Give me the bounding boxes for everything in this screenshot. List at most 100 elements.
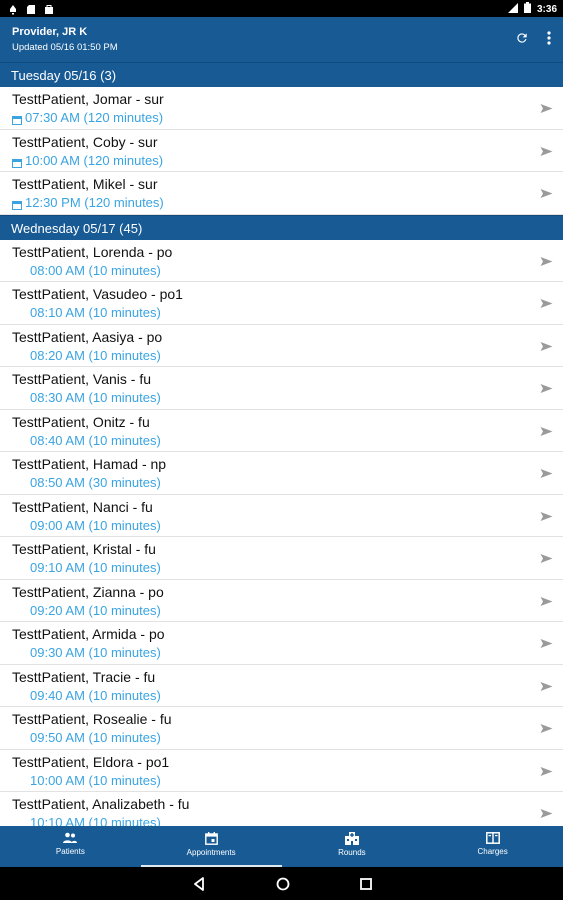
appointment-time-row: 08:10 AM (10 minutes) xyxy=(30,305,161,320)
appointment-time: 09:40 AM (10 minutes) xyxy=(30,687,161,703)
appointment-row[interactable]: TesttPatient, Rosealie - fu 09:50 AM (10 … xyxy=(0,707,563,750)
status-time: 3:36 xyxy=(536,3,557,15)
nav-tab-rounds[interactable]: Rounds xyxy=(282,826,423,867)
back-icon[interactable] xyxy=(192,876,206,891)
appointment-time-row: 10:00 AM (120 minutes) xyxy=(12,153,163,168)
status-bar: 3:36 xyxy=(0,0,563,17)
appointment-time-row: 07:30 AM (120 minutes) xyxy=(12,110,163,125)
patient-name: TesttPatient, Vasudeo - po1 xyxy=(12,286,183,302)
appointment-time: 08:00 AM (10 minutes) xyxy=(30,262,161,278)
send-icon[interactable] xyxy=(540,381,553,399)
appointment-row[interactable]: TesttPatient, Hamad - np 08:50 AM (30 min… xyxy=(0,452,563,495)
appointment-row[interactable]: TesttPatient, Nanci - fu 09:00 AM (10 min… xyxy=(0,494,563,537)
send-icon[interactable] xyxy=(540,551,553,569)
send-icon[interactable] xyxy=(540,764,553,782)
nav-tab-label: Rounds xyxy=(338,848,366,857)
last-updated: Updated 05/16 01:50 PM xyxy=(12,42,118,53)
appointment-time: 09:10 AM (10 minutes) xyxy=(30,560,161,575)
appointment-time-row: 09:40 AM (10 minutes) xyxy=(30,688,161,703)
send-icon[interactable] xyxy=(540,186,553,204)
appointment-row[interactable]: TesttPatient, Eldora - po1 10:00 AM (10 m… xyxy=(0,749,563,792)
appointment-time-row: 08:40 AM (10 minutes) xyxy=(30,433,161,448)
send-icon[interactable] xyxy=(540,721,553,739)
appointment-row[interactable]: TesttPatient, Kristal - fu 09:10 AM (10 m… xyxy=(0,537,563,580)
recents-icon[interactable] xyxy=(359,877,372,890)
send-icon[interactable] xyxy=(540,594,553,612)
send-icon[interactable] xyxy=(540,144,553,162)
appointment-row[interactable]: TesttPatient, Vasudeo - po1 08:10 AM (10 … xyxy=(0,282,563,325)
send-icon[interactable] xyxy=(540,806,553,824)
appointment-time-row: 09:50 AM (10 minutes) xyxy=(30,730,161,745)
appointment-time-row: 09:20 AM (10 minutes) xyxy=(30,603,161,618)
patient-name: TesttPatient, Analizabeth - fu xyxy=(12,796,190,812)
appointment-time-row: 08:20 AM (10 minutes) xyxy=(30,348,161,363)
appointment-time: 08:50 AM (30 minutes) xyxy=(30,475,161,490)
appointment-row[interactable]: TesttPatient, Vanis - fu 08:30 AM (10 min… xyxy=(0,367,563,410)
send-icon[interactable] xyxy=(540,101,553,119)
appointment-time: 12:30 PM (120 minutes) xyxy=(25,195,164,210)
appointment-row[interactable]: TesttPatient, Analizabeth - fu 10:10 AM (… xyxy=(0,792,563,826)
surgery-icon xyxy=(12,156,22,168)
patient-name: TesttPatient, Zianna - po xyxy=(12,583,164,600)
send-icon[interactable] xyxy=(540,636,553,654)
appointment-time-row: 09:10 AM (10 minutes) xyxy=(30,560,161,575)
send-icon[interactable] xyxy=(540,424,553,442)
bottom-nav: Patients Appointments Rounds Charges xyxy=(0,826,563,867)
appointment-row[interactable]: TesttPatient, Lorenda - po 08:00 AM (10 m… xyxy=(0,239,563,282)
people-icon xyxy=(0,832,141,844)
appointment-time: 08:30 AM (10 minutes) xyxy=(30,390,161,405)
appointment-time: 10:00 AM (120 minutes) xyxy=(25,152,164,168)
calendar-icon xyxy=(141,832,282,845)
appointment-time: 09:30 AM (10 minutes) xyxy=(30,645,161,660)
patient-name: TesttPatient, Nanci - fu xyxy=(12,498,153,515)
appointment-time: 08:40 AM (10 minutes) xyxy=(30,432,161,448)
appointment-row[interactable]: TesttPatient, Armida - po 09:30 AM (10 mi… xyxy=(0,622,563,665)
surgery-icon xyxy=(12,113,22,125)
send-icon[interactable] xyxy=(540,509,553,527)
patient-name: TesttPatient, Hamad - np xyxy=(12,456,167,472)
appointment-time: 08:10 AM (10 minutes) xyxy=(30,305,161,320)
more-vert-icon[interactable] xyxy=(547,31,551,45)
appointment-time-row: 10:10 AM (10 minutes) xyxy=(30,815,161,826)
appointment-time: 10:10 AM (10 minutes) xyxy=(30,815,161,826)
appointment-list[interactable]: Tuesday 05/16 (3) TesttPatient, Jomar - s… xyxy=(0,62,563,826)
appointment-row[interactable]: TesttPatient, Jomar - sur 07:30 AM (120 m… xyxy=(0,87,563,130)
send-icon[interactable] xyxy=(540,254,553,272)
refresh-icon[interactable] xyxy=(515,31,529,45)
appointment-row[interactable]: TesttPatient, Aasiya - po 08:20 AM (10 mi… xyxy=(0,324,563,367)
appointment-time-row: 08:30 AM (10 minutes) xyxy=(30,390,161,405)
nav-tab-patients[interactable]: Patients xyxy=(0,826,141,867)
nav-tab-label: Charges xyxy=(477,847,508,856)
appointment-row[interactable]: TesttPatient, Tracie - fu 09:40 AM (10 mi… xyxy=(0,664,563,707)
hospital-icon xyxy=(282,832,423,845)
patient-name: TesttPatient, Lorenda - po xyxy=(12,243,173,260)
appointment-row[interactable]: TesttPatient, Zianna - po 09:20 AM (10 mi… xyxy=(0,579,563,622)
app-bar: Provider, JR K Updated 05/16 01:50 PM xyxy=(0,17,563,62)
patient-name: TesttPatient, Onitz - fu xyxy=(12,413,150,430)
nav-tab-charges[interactable]: Charges xyxy=(422,826,563,867)
appointment-time-row: 08:50 AM (30 minutes) xyxy=(30,475,161,490)
appointment-row[interactable]: TesttPatient, Mikel - sur 12:30 PM (120 m… xyxy=(0,172,563,215)
battery-icon xyxy=(523,2,531,16)
appointment-row[interactable]: TesttPatient, Coby - sur 10:00 AM (120 mi… xyxy=(0,129,563,172)
send-icon[interactable] xyxy=(540,339,553,357)
appointment-time-row: 12:30 PM (120 minutes) xyxy=(12,195,164,210)
send-icon[interactable] xyxy=(540,679,553,697)
section-header: Tuesday 05/16 (3) xyxy=(0,62,563,87)
patient-name: TesttPatient, Vanis - fu xyxy=(12,371,152,387)
appointment-time: 07:30 AM (120 minutes) xyxy=(25,110,164,125)
appointment-time-row: 09:00 AM (10 minutes) xyxy=(30,518,161,533)
nav-tab-label: Appointments xyxy=(186,848,236,857)
nav-tab-label: Patients xyxy=(55,847,85,856)
send-icon[interactable] xyxy=(540,466,553,484)
send-icon[interactable] xyxy=(540,296,553,314)
appointment-row[interactable]: TesttPatient, Onitz - fu 08:40 AM (10 min… xyxy=(0,409,563,452)
surgery-icon xyxy=(12,198,22,210)
nav-tab-appointments[interactable]: Appointments xyxy=(140,826,282,867)
appointment-time: 09:20 AM (10 minutes) xyxy=(30,602,161,618)
appointment-time: 08:20 AM (10 minutes) xyxy=(30,347,161,363)
charges-icon xyxy=(422,832,563,844)
patient-name: TesttPatient, Tracie - fu xyxy=(12,668,156,685)
home-icon[interactable] xyxy=(276,877,290,891)
provider-name: Provider, JR K xyxy=(12,26,88,38)
